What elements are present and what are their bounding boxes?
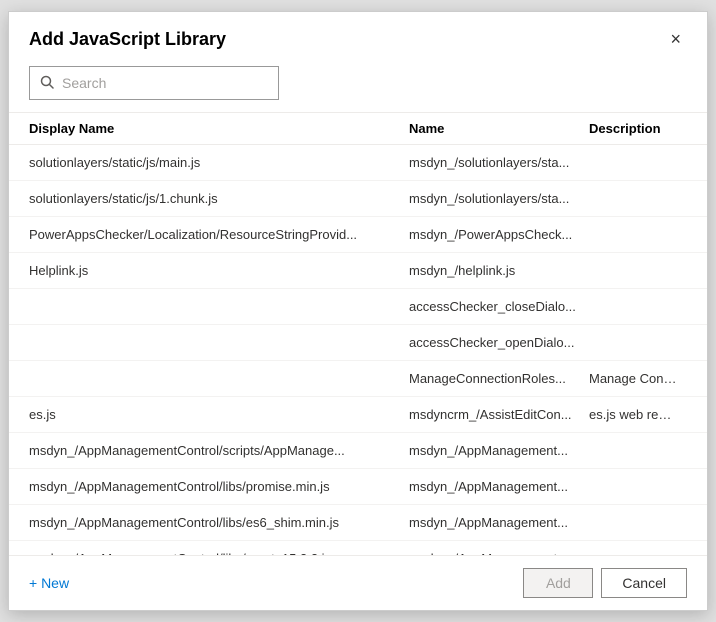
cell-description: Manage Connect...	[589, 371, 687, 386]
cell-name: msdyn_/AppManagement...	[409, 443, 589, 458]
cell-display-name: es.js	[29, 407, 409, 422]
table-container: Display Name Name Description solutionla…	[9, 112, 707, 555]
table-row[interactable]: accessChecker_closeDialo...	[9, 289, 707, 325]
cell-name: ManageConnectionRoles...	[409, 371, 589, 386]
search-input[interactable]	[62, 75, 268, 91]
cell-name: msdyncrm_/AssistEditCon...	[409, 407, 589, 422]
table-row[interactable]: Helplink.jsmsdyn_/helplink.js	[9, 253, 707, 289]
table-row[interactable]: solutionlayers/static/js/main.jsmsdyn_/s…	[9, 145, 707, 181]
footer-actions: Add Cancel	[523, 568, 687, 598]
dialog-header: Add JavaScript Library ×	[9, 12, 707, 62]
table-row[interactable]: ManageConnectionRoles...Manage Connect..…	[9, 361, 707, 397]
cell-name: accessChecker_closeDialo...	[409, 299, 589, 314]
cell-name: msdyn_/AppManagement...	[409, 479, 589, 494]
table-row[interactable]: solutionlayers/static/js/1.chunk.jsmsdyn…	[9, 181, 707, 217]
dialog-title: Add JavaScript Library	[29, 29, 226, 50]
search-box	[29, 66, 279, 100]
cell-display-name: msdyn_/AppManagementControl/scripts/AppM…	[29, 443, 409, 458]
cell-name: msdyn_/PowerAppsCheck...	[409, 227, 589, 242]
cell-display-name: Helplink.js	[29, 263, 409, 278]
search-container	[9, 62, 707, 112]
cell-display-name: solutionlayers/static/js/main.js	[29, 155, 409, 170]
table-header: Display Name Name Description	[9, 113, 707, 145]
cell-display-name: msdyn_/AppManagementControl/libs/es6_shi…	[29, 515, 409, 530]
table-row[interactable]: msdyn_/AppManagementControl/libs/es6_shi…	[9, 505, 707, 541]
col-header-name: Name	[409, 121, 589, 136]
cell-description: es.js web resource.	[589, 407, 687, 422]
add-javascript-library-dialog: Add JavaScript Library × Display Name Na…	[8, 11, 708, 611]
dialog-footer: + New Add Cancel	[9, 555, 707, 610]
table-row[interactable]: msdyn_/AppManagementControl/scripts/AppM…	[9, 433, 707, 469]
new-button[interactable]: + New	[29, 571, 69, 595]
col-header-display-name: Display Name	[29, 121, 409, 136]
cancel-button[interactable]: Cancel	[601, 568, 687, 598]
col-header-description: Description	[589, 121, 687, 136]
table-row[interactable]: msdyn_/AppManagementControl/libs/react_1…	[9, 541, 707, 555]
table-scroll[interactable]: solutionlayers/static/js/main.jsmsdyn_/s…	[9, 145, 707, 555]
cell-name: msdyn_/AppManagement...	[409, 515, 589, 530]
cell-name: msdyn_/solutionlayers/sta...	[409, 191, 589, 206]
table-row[interactable]: es.jsmsdyncrm_/AssistEditCon...es.js web…	[9, 397, 707, 433]
table-row[interactable]: msdyn_/AppManagementControl/libs/promise…	[9, 469, 707, 505]
search-icon	[40, 75, 54, 92]
cell-name: accessChecker_openDialo...	[409, 335, 589, 350]
cell-display-name: PowerAppsChecker/Localization/ResourceSt…	[29, 227, 409, 242]
cell-display-name: solutionlayers/static/js/1.chunk.js	[29, 191, 409, 206]
cell-name: msdyn_/solutionlayers/sta...	[409, 155, 589, 170]
add-button[interactable]: Add	[523, 568, 593, 598]
table-row[interactable]: PowerAppsChecker/Localization/ResourceSt…	[9, 217, 707, 253]
table-row[interactable]: accessChecker_openDialo...	[9, 325, 707, 361]
close-button[interactable]: ×	[664, 28, 687, 50]
cell-name: msdyn_/helplink.js	[409, 263, 589, 278]
cell-display-name: msdyn_/AppManagementControl/libs/promise…	[29, 479, 409, 494]
